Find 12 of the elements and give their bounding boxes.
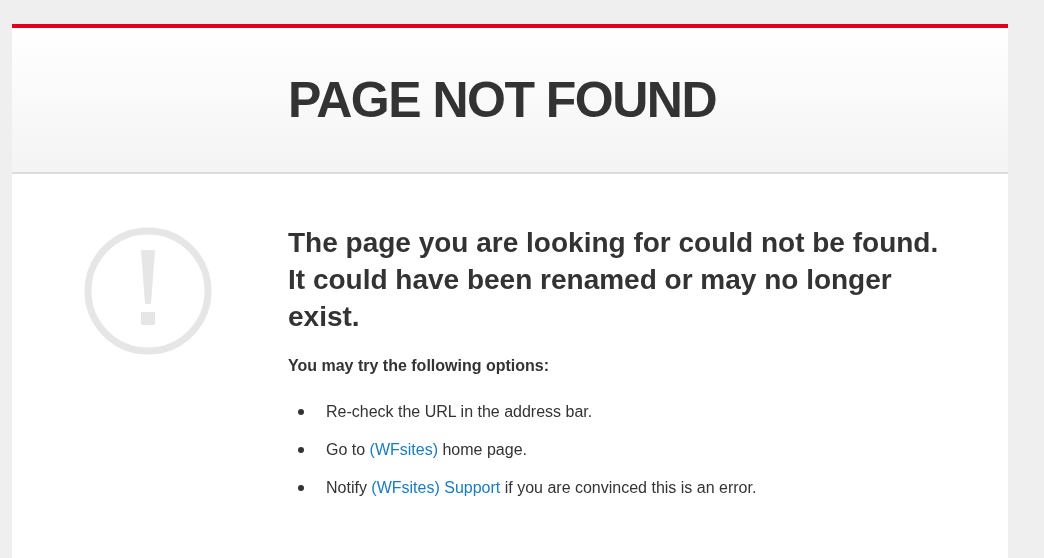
bullet-icon bbox=[298, 447, 304, 453]
option-text: Go to (WFsites) home page. bbox=[326, 441, 527, 459]
page-title: PAGE NOT FOUND bbox=[288, 71, 717, 129]
bullet-icon bbox=[298, 409, 304, 415]
options-heading: You may try the following options: bbox=[288, 357, 551, 375]
link[interactable]: (WFsites) Support bbox=[371, 479, 501, 496]
warning-icon bbox=[83, 226, 213, 356]
option-text: Notify (WFsites) Support if you are convinced this is an error. bbox=[326, 479, 757, 497]
bullet-icon bbox=[298, 485, 304, 491]
link[interactable]: (WFsites) bbox=[369, 441, 438, 458]
option-text: Re-check the URL in the address bar. bbox=[326, 403, 593, 421]
error-message: The page you are looking for could not be found. It could have been renamed or may no longer exist. bbox=[288, 226, 940, 334]
